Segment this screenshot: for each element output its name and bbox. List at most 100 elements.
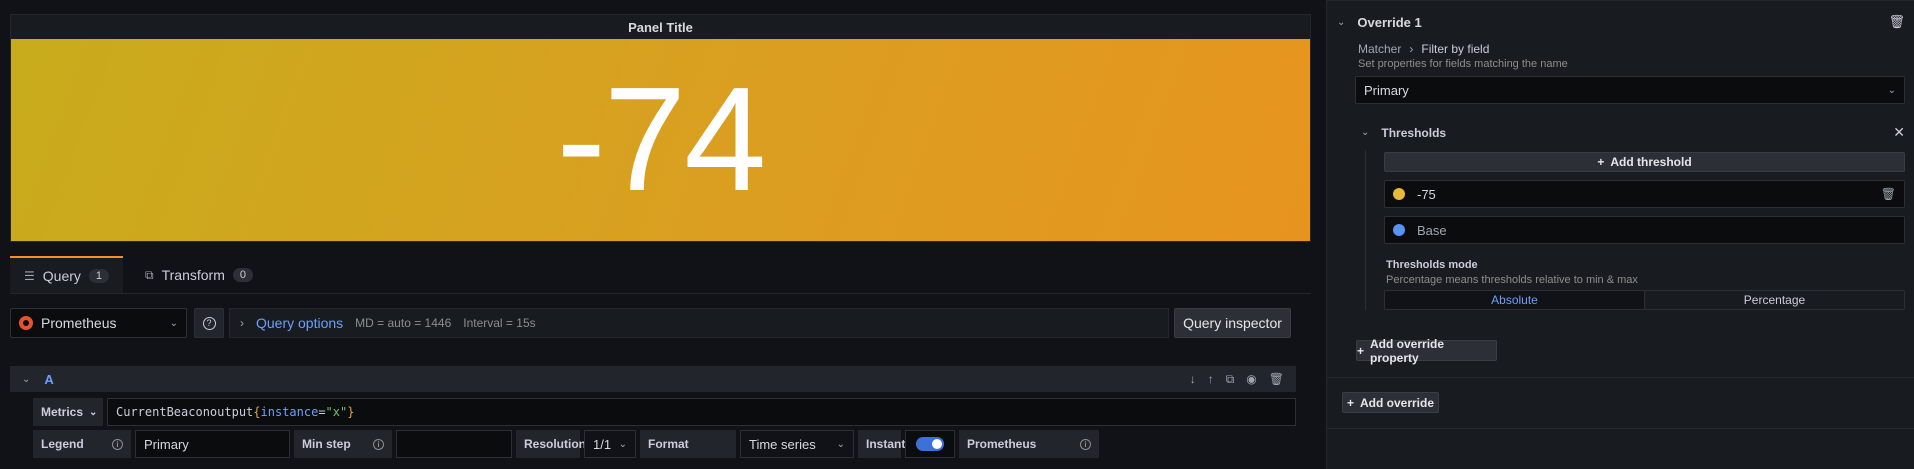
eye-icon[interactable]: ◉ (1246, 372, 1256, 386)
thresholds-property-header[interactable]: ⌄ Thresholds ✕ (1361, 124, 1905, 141)
add-threshold-button[interactable]: + Add threshold (1384, 152, 1905, 172)
instant-switch-box (905, 430, 955, 458)
add-threshold-label: Add threshold (1610, 155, 1692, 169)
threshold-base-value: Base (1417, 222, 1447, 238)
chevron-right-icon: › (240, 316, 244, 330)
expr-open: { (253, 405, 261, 419)
stat-value: -74 (556, 57, 767, 222)
info-icon: i (112, 438, 123, 450)
trash-icon[interactable]: 🗑 (1269, 372, 1284, 386)
resolution-value: 1/1 (593, 436, 612, 452)
thresholds-mode-title: Thresholds mode (1386, 259, 1478, 271)
expr-eq: = (318, 405, 326, 419)
divider (1327, 377, 1914, 378)
query-options-label: Query options (256, 315, 344, 331)
question-circle-icon: ? (202, 316, 216, 330)
panel-title[interactable]: Panel Title (11, 15, 1310, 39)
field-name-select[interactable]: Primary ⌄ (1355, 76, 1905, 104)
minstep-input[interactable] (396, 430, 512, 458)
threshold-color-swatch[interactable] (1393, 224, 1405, 236)
move-down-icon[interactable]: ↓ (1190, 372, 1196, 386)
field-name-value: Primary (1364, 82, 1409, 98)
expr-metric: CurrentBeaconoutput (116, 405, 254, 419)
chevron-down-icon: ⌄ (618, 438, 627, 450)
matcher-value: Filter by field (1421, 42, 1490, 56)
divider (1327, 428, 1914, 429)
expr-label-key: instance (260, 405, 319, 419)
query-ref-id[interactable]: A (44, 372, 53, 387)
add-override-property-button[interactable]: + Add override property (1356, 337, 1497, 365)
tab-transform[interactable]: ⧉ Transform 0 (131, 256, 267, 294)
move-up-icon[interactable]: ↑ (1208, 372, 1214, 386)
tab-transform-count: 0 (232, 268, 253, 282)
minstep-label-box: Min step i (294, 430, 392, 458)
chevron-down-icon: ⌄ (1887, 84, 1896, 96)
plus-icon: + (1357, 343, 1365, 358)
threshold-row[interactable]: -75 🗑 (1384, 180, 1905, 208)
chevron-down-icon: ⌄ (836, 438, 845, 450)
overrides-pane: ⌄ Override 1 🗑 Matcher › Filter by field… (1326, 0, 1914, 469)
chevron-down-icon: ⌄ (1361, 127, 1370, 138)
add-override-property-label: Add override property (1370, 336, 1445, 365)
thresholds-mode-description: Percentage means thresholds relative to … (1386, 274, 1638, 286)
add-override-button[interactable]: + Add override (1342, 392, 1439, 413)
query-options-interval: Interval = 15s (463, 316, 536, 330)
promql-editor[interactable]: CurrentBeaconoutput{instance = "x"} (107, 398, 1296, 426)
chevron-right-icon: › (1409, 42, 1414, 56)
trash-icon[interactable]: 🗑 (1881, 187, 1896, 201)
matcher-label: Matcher (1358, 42, 1402, 56)
transform-icon: ⧉ (145, 267, 154, 282)
query-options-md: MD = auto = 1446 (355, 316, 452, 330)
add-override-label: Add override (1360, 395, 1435, 410)
collapse-chevron-icon[interactable]: ⌄ (22, 374, 30, 385)
divider (1327, 0, 1914, 1)
override-header[interactable]: ⌄ Override 1 🗑 (1337, 14, 1905, 30)
chevron-down-icon: ⌄ (89, 406, 98, 418)
override-title: Override 1 (1357, 14, 1422, 30)
matcher-row: Matcher › Filter by field (1358, 42, 1489, 56)
metrics-label: Metrics (41, 405, 84, 419)
query-options[interactable]: › Query options MD = auto = 1446 Interva… (229, 308, 1169, 338)
instant-toggle[interactable] (916, 437, 944, 451)
help-button[interactable]: ? (194, 308, 224, 338)
matcher-description: Set properties for fields matching the n… (1358, 58, 1568, 70)
trash-icon[interactable]: 🗑 (1888, 14, 1905, 30)
close-icon[interactable]: ✕ (1893, 124, 1905, 141)
chevron-down-icon: ⌄ (1337, 16, 1346, 28)
chevron-down-icon: ⌄ (169, 317, 178, 329)
query-options-row: Legend i Primary Min step i Resolution 1… (33, 430, 1099, 458)
resolution-label: Resolution (516, 430, 586, 458)
threshold-value: -75 (1417, 186, 1436, 202)
editor-tabs: ☰ Query 1 ⧉ Transform 0 (10, 256, 267, 294)
format-select[interactable]: Time series ⌄ (740, 430, 854, 458)
tab-query-count: 1 (88, 269, 110, 283)
tabs-divider (10, 293, 1311, 294)
metrics-dropdown[interactable]: Metrics ⌄ (33, 398, 103, 426)
tab-query-label: Query (42, 268, 81, 284)
legend-input[interactable]: Primary (135, 430, 290, 458)
footer-datasource: Prometheus i (959, 430, 1099, 458)
threshold-color-swatch[interactable] (1393, 188, 1405, 200)
expr-close: } (347, 405, 355, 419)
resolution-select[interactable]: 1/1 ⌄ (584, 430, 636, 458)
query-inspector-button[interactable]: Query inspector (1174, 308, 1291, 338)
format-value: Time series (749, 436, 816, 452)
stat-panel: -74 (11, 39, 1310, 241)
tab-query[interactable]: ☰ Query 1 (10, 256, 124, 294)
tab-transform-label: Transform (161, 267, 225, 283)
mode-absolute[interactable]: Absolute (1385, 291, 1645, 309)
mode-percentage[interactable]: Percentage (1645, 291, 1904, 309)
plus-icon: + (1597, 155, 1605, 169)
duplicate-icon[interactable]: ⧉ (1226, 372, 1235, 387)
datasource-picker[interactable]: Prometheus ⌄ (10, 308, 187, 338)
property-guide-line (1365, 150, 1366, 310)
threshold-row-base: Base (1384, 216, 1905, 244)
legend-label-box: Legend i (33, 430, 131, 458)
instant-label: Instant (858, 430, 905, 458)
format-label: Format (640, 430, 736, 458)
info-icon: i (373, 438, 384, 450)
datasource-name: Prometheus (41, 315, 117, 331)
legend-label: Legend (41, 437, 84, 451)
panel-preview: Panel Title -74 (10, 14, 1311, 242)
expr-label-val: "x" (325, 405, 348, 419)
